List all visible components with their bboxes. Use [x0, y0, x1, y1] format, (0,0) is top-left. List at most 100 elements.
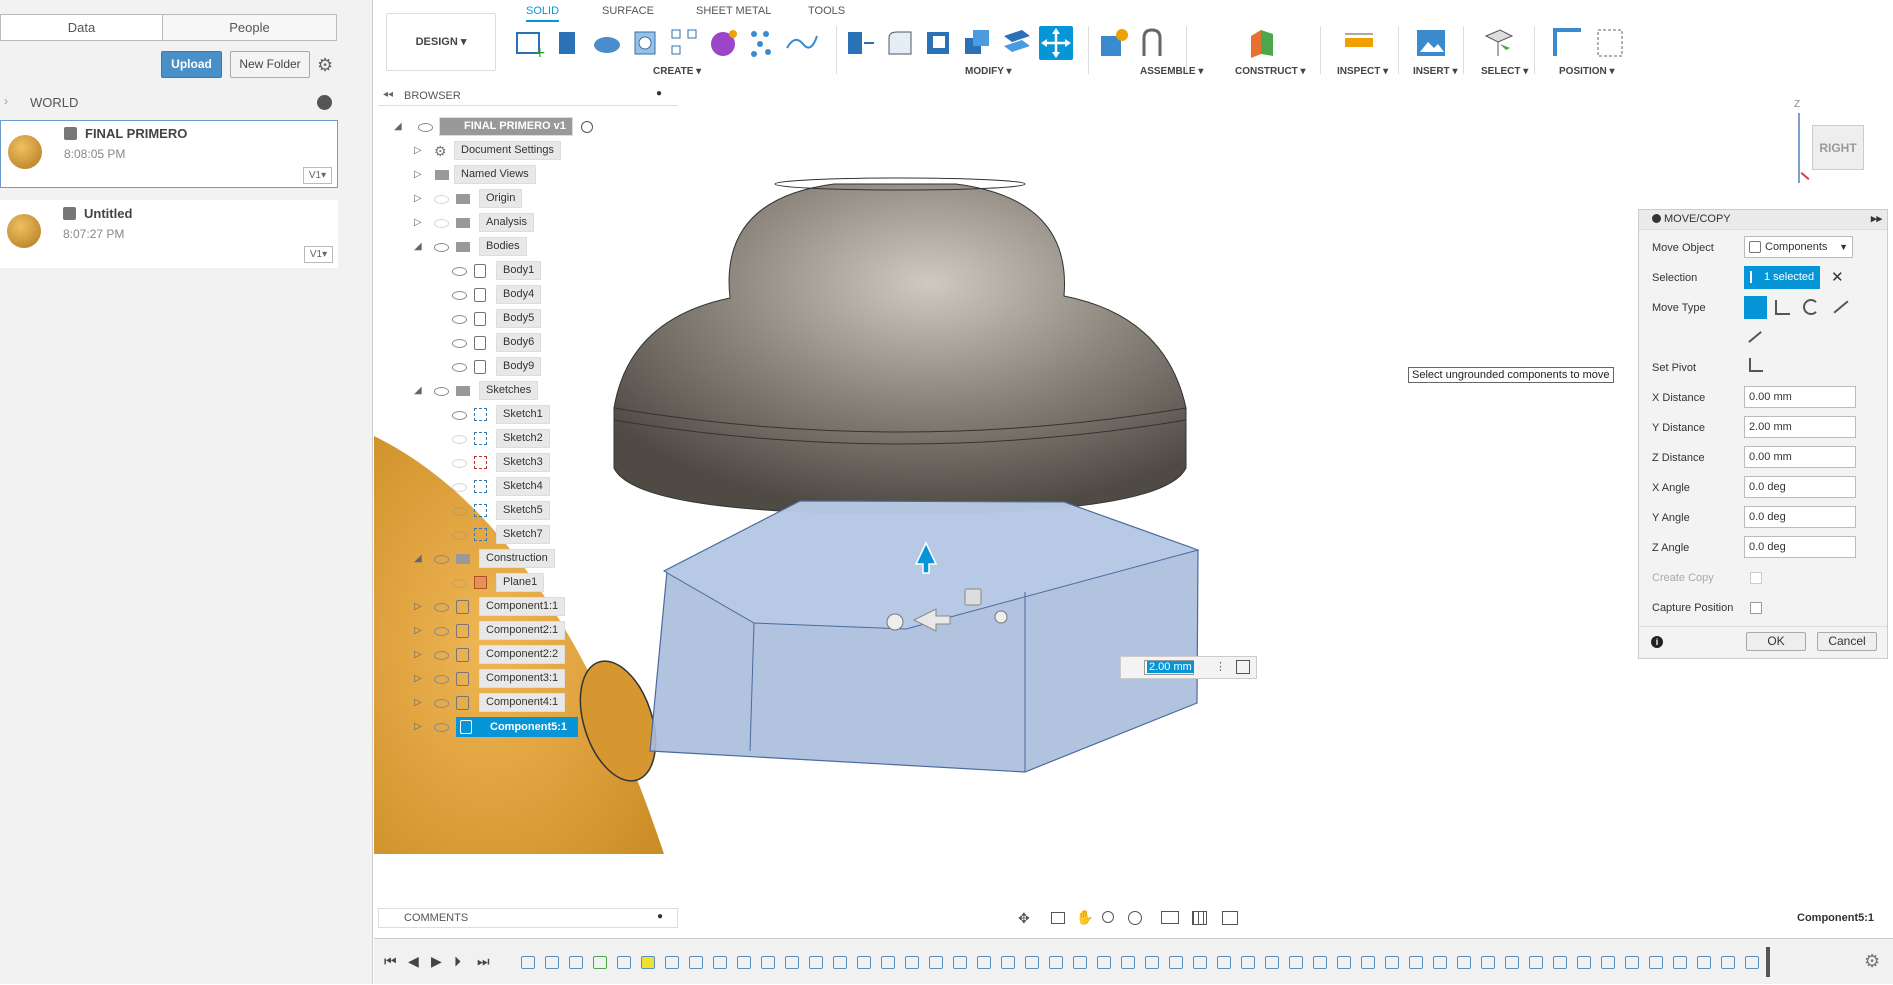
new-folder-button[interactable]: New Folder [230, 51, 310, 78]
timeline-feature[interactable] [1145, 956, 1159, 969]
timeline-feature[interactable] [809, 956, 823, 969]
workspace-switcher[interactable]: DESIGN ▾ [386, 13, 496, 71]
timeline-feature[interactable] [953, 956, 967, 969]
shell-icon[interactable] [922, 26, 956, 60]
eye-icon[interactable] [434, 627, 449, 636]
file-item[interactable]: Untitled 8:07:27 PM V1▾ [0, 200, 338, 268]
gear-icon[interactable]: ⚙ [317, 55, 333, 76]
browser-options-icon[interactable]: ● [656, 88, 662, 99]
z-angle-input[interactable]: 0.0 deg [1744, 536, 1856, 558]
timeline-feature[interactable] [737, 956, 751, 969]
timeline-feature[interactable] [1169, 956, 1183, 969]
timeline-feature[interactable] [1625, 956, 1639, 969]
inspect-menu[interactable]: INSPECT ▾ [1337, 66, 1388, 77]
tree-item-construction[interactable]: ◢ Construction [378, 549, 678, 569]
timeline-feature[interactable] [665, 956, 679, 969]
eye-icon[interactable] [452, 339, 467, 348]
tree-item-component[interactable]: ▷ Component1:1 [378, 597, 678, 617]
info-icon[interactable]: i [1651, 636, 1663, 648]
more-icon[interactable]: ⋮ [1215, 660, 1226, 673]
select-icon[interactable] [1482, 26, 1516, 60]
x-distance-input[interactable]: 0.00 mm [1744, 386, 1856, 408]
rotate-handle[interactable] [994, 610, 1008, 624]
distance-input[interactable]: 2.00 mm [1147, 661, 1194, 673]
pivot-handle[interactable] [886, 613, 904, 631]
timeline-feature[interactable] [1433, 956, 1447, 969]
spline-icon[interactable] [785, 26, 819, 60]
tree-item-component[interactable]: ▷ Component4:1 [378, 693, 678, 713]
position-menu[interactable]: POSITION ▾ [1559, 66, 1615, 77]
eye-icon[interactable] [452, 267, 467, 276]
eye-icon[interactable] [418, 123, 433, 132]
go-to-end-icon[interactable]: ⏭ [477, 953, 490, 970]
timeline-feature[interactable] [1745, 956, 1759, 969]
timeline-feature[interactable] [1673, 956, 1687, 969]
expand-icon[interactable]: ▸▸ [1871, 212, 1882, 225]
timeline-feature[interactable] [1097, 956, 1111, 969]
timeline-feature[interactable] [1289, 956, 1303, 969]
cancel-button[interactable]: Cancel [1817, 632, 1877, 651]
timeline-feature[interactable] [1313, 956, 1327, 969]
eye-hidden-icon[interactable] [434, 195, 449, 204]
press-pull-icon[interactable] [844, 26, 878, 60]
timeline-feature-current[interactable] [641, 956, 655, 969]
dialog-header[interactable]: MOVE/COPY ▸▸ [1639, 210, 1887, 230]
timeline-feature[interactable] [617, 956, 631, 969]
version-dropdown[interactable]: V1▾ [304, 246, 333, 263]
set-pivot-icon[interactable] [1749, 358, 1763, 372]
eye-hidden-icon[interactable] [452, 531, 467, 540]
timeline-feature[interactable] [1481, 956, 1495, 969]
timeline-feature[interactable] [1385, 956, 1399, 969]
tree-item-sketches[interactable]: ◢ Sketches [378, 381, 678, 401]
eye-icon[interactable] [434, 699, 449, 708]
timeline-feature[interactable] [1241, 956, 1255, 969]
location-breadcrumb[interactable]: WORLD [30, 95, 78, 110]
file-item[interactable]: FINAL PRIMERO 8:08:05 PM V1▾ [0, 120, 338, 188]
file-name[interactable]: Untitled [84, 206, 132, 221]
tree-item-component-selected[interactable]: ▷ Component5:1 [378, 717, 678, 737]
timeline-feature[interactable] [905, 956, 919, 969]
y-distance-input[interactable]: 2.00 mm [1744, 416, 1856, 438]
timeline-feature[interactable] [833, 956, 847, 969]
viewcube[interactable]: Z RIGHT [1790, 95, 1880, 185]
zoom-icon[interactable] [1102, 911, 1114, 923]
tree-item-sketch[interactable]: Sketch5 [378, 501, 678, 521]
timeline-feature[interactable] [1529, 956, 1543, 969]
tree-item-component[interactable]: ▷ Component2:1 [378, 621, 678, 641]
display-settings-icon[interactable] [1161, 911, 1179, 924]
insert-image-icon[interactable] [1414, 26, 1448, 60]
eye-hidden-icon[interactable] [452, 483, 467, 492]
eye-icon[interactable] [434, 555, 449, 564]
new-component-icon[interactable] [1097, 26, 1131, 60]
timeline-feature[interactable] [521, 956, 535, 969]
timeline-feature[interactable] [593, 956, 607, 969]
eye-icon[interactable] [434, 723, 449, 732]
pan-icon[interactable]: ✋ [1076, 909, 1093, 926]
move-object-select[interactable]: Components ▼ [1744, 236, 1853, 258]
form-icon[interactable] [707, 26, 741, 60]
timeline-feature[interactable] [1505, 956, 1519, 969]
fillet-icon[interactable] [883, 26, 917, 60]
pivot-icon[interactable] [1236, 660, 1250, 674]
add-comment-icon[interactable]: ● [657, 911, 663, 922]
file-name[interactable]: FINAL PRIMERO [85, 126, 187, 141]
move-copy-icon[interactable] [1039, 26, 1073, 60]
timeline-feature[interactable] [689, 956, 703, 969]
timeline-feature[interactable] [1265, 956, 1279, 969]
y-angle-input[interactable]: 0.0 deg [1744, 506, 1856, 528]
tree-item-body[interactable]: Body5 [378, 309, 678, 329]
timeline-feature[interactable] [713, 956, 727, 969]
timeline-feature[interactable] [1721, 956, 1735, 969]
tree-item-analysis[interactable]: ▷ Analysis [378, 213, 678, 233]
select-menu[interactable]: SELECT ▾ [1481, 66, 1528, 77]
capture-position-checkbox[interactable] [1750, 602, 1762, 614]
timeline-feature[interactable] [1361, 956, 1375, 969]
play-icon[interactable]: ▶ [431, 953, 442, 970]
z-distance-input[interactable]: 0.00 mm [1744, 446, 1856, 468]
upload-button[interactable]: Upload [161, 51, 222, 78]
viewcube-face-right[interactable]: RIGHT [1812, 125, 1864, 170]
eye-hidden-icon[interactable] [452, 579, 467, 588]
timeline-settings-icon[interactable]: ⚙ [1864, 951, 1880, 972]
x-angle-input[interactable]: 0.0 deg [1744, 476, 1856, 498]
globe-icon[interactable] [317, 95, 332, 110]
